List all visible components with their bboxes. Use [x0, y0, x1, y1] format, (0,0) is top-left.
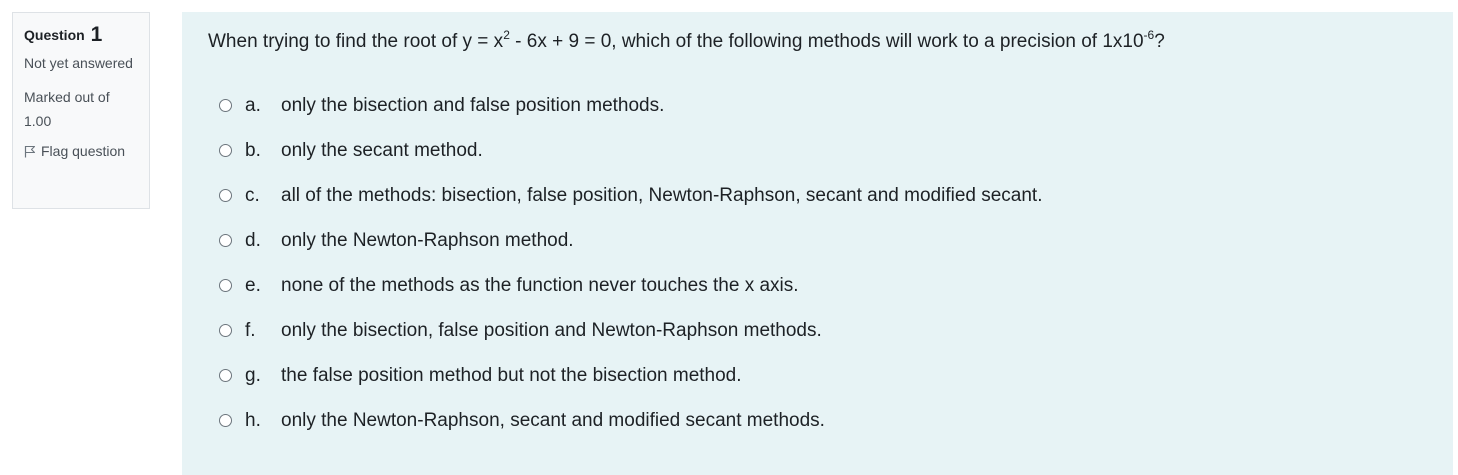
question-state: Not yet answered — [24, 55, 133, 71]
answer-letter: b. — [245, 139, 261, 161]
answer-letter: h. — [245, 409, 261, 431]
radio-button-f[interactable] — [219, 324, 232, 337]
radio-button-d[interactable] — [219, 234, 232, 247]
answer-list: a. only the bisection and false position… — [208, 83, 1427, 443]
answer-text[interactable]: only the Newton-Raphson method. — [281, 230, 574, 252]
answer-text[interactable]: none of the methods as the function neve… — [281, 275, 799, 297]
answer-option-h[interactable]: h. only the Newton-Raphson, secant and m… — [208, 398, 1427, 443]
answer-letter: g. — [245, 364, 261, 386]
flag-icon — [24, 145, 36, 157]
radio-button-c[interactable] — [219, 189, 232, 202]
answer-option-a[interactable]: a. only the bisection and false position… — [208, 83, 1427, 128]
question-info-panel: Question 1 Not yet answered Marked out o… — [12, 12, 150, 209]
answer-text[interactable]: the false position method but not the bi… — [281, 365, 742, 387]
question-label: Question — [24, 27, 85, 43]
question-text: When trying to find the root of y = x2 -… — [208, 28, 1427, 56]
answer-letter: c. — [245, 184, 260, 206]
question-heading: Question 1 — [24, 23, 138, 47]
answer-letter: a. — [245, 94, 261, 116]
flag-question-button[interactable]: Flag question — [24, 143, 138, 159]
radio-button-b[interactable] — [219, 144, 232, 157]
answer-text[interactable]: only the Newton-Raphson, secant and modi… — [281, 410, 825, 432]
flag-question-label: Flag question — [41, 143, 126, 159]
question-text-exponent-1: 2 — [503, 28, 510, 42]
answer-letter: f. — [245, 319, 256, 341]
radio-button-a[interactable] — [219, 99, 232, 112]
answer-option-f[interactable]: f. only the bisection, false position an… — [208, 308, 1427, 353]
answer-text[interactable]: only the bisection, false position and N… — [281, 320, 822, 342]
question-text-part3: ? — [1154, 31, 1165, 52]
answer-text[interactable]: only the bisection and false position me… — [281, 95, 664, 117]
question-formulation: When trying to find the root of y = x2 -… — [182, 12, 1453, 475]
question-text-part1: When trying to find the root of y = x — [208, 31, 504, 52]
answer-option-c[interactable]: c. all of the methods: bisection, false … — [208, 173, 1427, 218]
answer-letter: d. — [245, 229, 261, 251]
answer-option-e[interactable]: e. none of the methods as the function n… — [208, 263, 1427, 308]
radio-button-h[interactable] — [219, 414, 232, 427]
question-number: 1 — [90, 23, 103, 46]
question-grade: Marked out of 1.00 — [24, 89, 110, 129]
radio-button-g[interactable] — [219, 369, 232, 382]
question-text-part2: - 6x + 9 = 0, which of the following met… — [509, 31, 1144, 52]
answer-letter: e. — [245, 274, 261, 296]
answer-option-g[interactable]: g. the false position method but not the… — [208, 353, 1427, 398]
answer-text[interactable]: only the secant method. — [281, 140, 483, 162]
radio-button-e[interactable] — [219, 279, 232, 292]
answer-option-d[interactable]: d. only the Newton-Raphson method. — [208, 218, 1427, 263]
question-text-exponent-2: -6 — [1143, 28, 1155, 42]
answer-option-b[interactable]: b. only the secant method. — [208, 128, 1427, 173]
answer-text[interactable]: all of the methods: bisection, false pos… — [281, 185, 1043, 207]
